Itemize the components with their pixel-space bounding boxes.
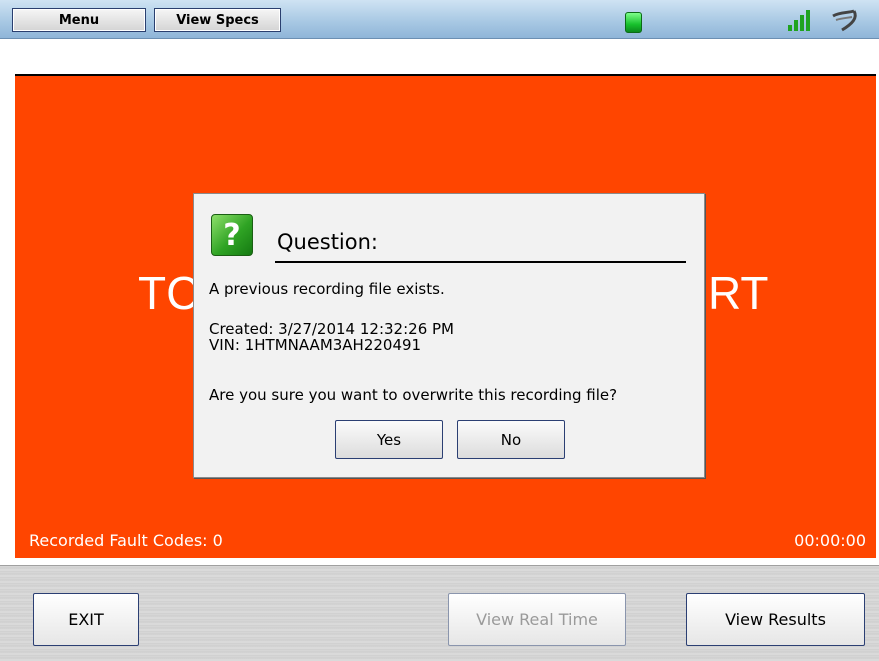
question-dialog: ? Question: A previous recording file ex… [193,193,705,478]
question-icon: ? [211,214,253,256]
background-title-right: RT [708,267,769,319]
cable-connection-icon [832,9,857,32]
signal-strength-icon [788,9,810,31]
status-light-icon [625,12,642,33]
recorded-fault-codes: Recorded Fault Codes: 0 [29,531,223,550]
vin-value: VIN: 1HTMNAAM3AH220491 [209,336,422,354]
dialog-title: Question: [277,230,379,254]
background-title-left: TC [138,267,200,319]
top-toolbar: Menu View Specs [0,0,879,39]
yes-button[interactable]: Yes [335,420,443,459]
bottom-toolbar: EXIT View Real Time View Results [0,565,879,661]
dialog-message: A previous recording file exists. [209,280,445,298]
recording-timer: 00:00:00 [794,531,866,550]
exit-button[interactable]: EXIT [33,593,139,646]
view-specs-button[interactable]: View Specs [154,8,281,32]
title-divider [275,261,686,263]
menu-button[interactable]: Menu [12,8,146,32]
view-real-time-button[interactable]: View Real Time [448,593,626,646]
view-results-button[interactable]: View Results [686,593,865,646]
no-button[interactable]: No [457,420,565,459]
overwrite-question: Are you sure you want to overwrite this … [209,386,618,404]
